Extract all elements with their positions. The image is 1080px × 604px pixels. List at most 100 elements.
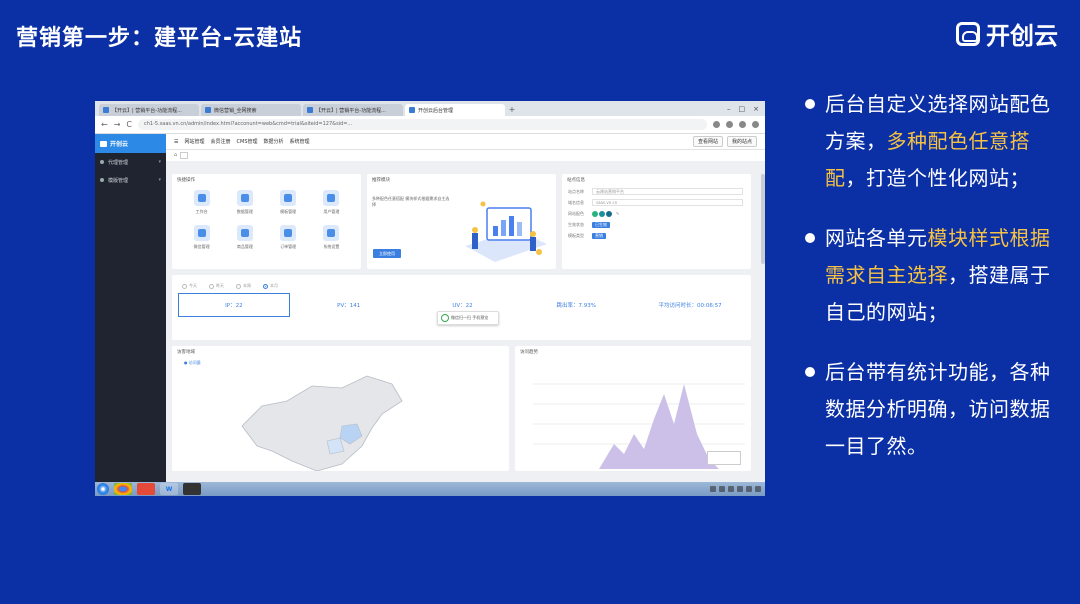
bullet-item: 网站各单元模块样式根据需求自主选择，搭建属于自己的网站； bbox=[805, 220, 1070, 331]
promo-text: 多种配色任意搭配 模块样式根据需求自主选择 bbox=[372, 196, 450, 207]
zoom-icon[interactable] bbox=[713, 121, 720, 128]
domain-field[interactable]: saas.vn.cn bbox=[592, 199, 743, 206]
tray-icon[interactable] bbox=[746, 486, 752, 492]
bookmark-star-icon[interactable] bbox=[726, 121, 733, 128]
map-legend: ● 访问量 bbox=[184, 360, 201, 365]
metric-pv[interactable]: PV：141 bbox=[294, 293, 404, 317]
scrollbar[interactable] bbox=[761, 174, 765, 264]
trend-tooltip bbox=[707, 451, 741, 465]
promo-card: 推荐模块 多种配色任意搭配 模块样式根据需求自主选择 立即使用 bbox=[367, 174, 556, 269]
metric-ip[interactable]: IP：22 bbox=[178, 293, 290, 317]
chevron-down-icon: ▾ bbox=[158, 177, 161, 183]
status-badge: 已生效 bbox=[592, 221, 610, 228]
topnav-item[interactable]: 数据分析 bbox=[264, 138, 284, 145]
metric-bounce[interactable]: 跳出率：7.93% bbox=[521, 293, 631, 317]
topnav-item[interactable]: CMS管理 bbox=[237, 138, 258, 145]
view-site-button[interactable]: 查看网站 bbox=[692, 136, 723, 147]
range-radio[interactable]: 今天 bbox=[182, 283, 197, 289]
color-swatch[interactable] bbox=[592, 210, 598, 217]
bullet-dot-icon bbox=[805, 367, 815, 377]
close-icon[interactable]: × bbox=[753, 105, 759, 113]
wps-icon[interactable]: W bbox=[160, 483, 178, 495]
color-swatch[interactable] bbox=[599, 210, 605, 217]
favicon-icon bbox=[307, 107, 313, 113]
metric-duration[interactable]: 平均访问时长：00:06:57 bbox=[635, 293, 745, 317]
radio-icon bbox=[209, 283, 214, 289]
admin-app: 开创云 代理管理 ▾ 模版管理 ▾ ☰ 网站管理 会员注册 CMS管理 数据分析 系… bbox=[95, 134, 765, 482]
quick-item[interactable]: 数据管理 bbox=[223, 190, 266, 215]
bullet-item: 后台带有统计功能，各种数据分析明确，访问数据一目了然。 bbox=[805, 354, 1070, 465]
quick-item[interactable]: 工作台 bbox=[180, 190, 223, 215]
tray-icon[interactable] bbox=[755, 486, 761, 492]
tray-icon[interactable] bbox=[728, 486, 734, 492]
card-title: 站点信息 bbox=[567, 178, 585, 183]
cloud-logo-icon bbox=[956, 21, 980, 46]
bullet-text: 网站各单元模块样式根据需求自主选择，搭建属于自己的网站； bbox=[825, 226, 1051, 324]
chrome-icon[interactable] bbox=[114, 483, 132, 495]
menu-icon[interactable] bbox=[752, 121, 759, 128]
tray-icon[interactable] bbox=[737, 486, 743, 492]
settings-icon bbox=[323, 225, 340, 241]
back-button[interactable]: ← bbox=[101, 120, 108, 129]
range-radio[interactable]: 昨天 bbox=[209, 283, 224, 289]
range-radio[interactable]: 本周 bbox=[236, 283, 251, 289]
bullet-text: 后台自定义选择网站配色方案，多种配色任意搭配，打造个性化网站； bbox=[825, 92, 1051, 190]
tray-icon[interactable] bbox=[710, 486, 716, 492]
menu-toggle-icon[interactable]: ☰ bbox=[174, 139, 178, 145]
home-icon[interactable]: ⌂ bbox=[174, 150, 177, 161]
page-tab[interactable] bbox=[180, 152, 189, 159]
browser-tab[interactable]: 【开云】| 营销平台-功能流程... bbox=[303, 104, 403, 116]
sidebar-logo[interactable]: 开创云 bbox=[95, 134, 166, 153]
reload-button[interactable]: C bbox=[126, 120, 132, 129]
terminal-icon[interactable] bbox=[183, 483, 201, 495]
url-input[interactable]: ch1-5.saas.vn.cn/admin/index.html?acconu… bbox=[138, 119, 707, 130]
quick-item[interactable]: 用户管理 bbox=[310, 190, 353, 215]
screenshot: 【开云】| 营销平台-功能流程... 微信营销_全网搜索 【开云】| 营销平台-… bbox=[95, 101, 765, 496]
quick-item[interactable]: 微信管理 bbox=[180, 225, 223, 250]
site-name-field[interactable]: 云建站营销平台 bbox=[592, 188, 743, 195]
slide-title: 营销第一步：建平台-云建站 bbox=[16, 26, 303, 51]
browser-tab-active[interactable]: 开创云后台管理 bbox=[405, 104, 505, 116]
wechat-preview-tooltip: 微信扫一扫 手机预览 bbox=[437, 311, 499, 325]
profile-icon[interactable] bbox=[739, 121, 746, 128]
browser-tab[interactable]: 微信营销_全网搜索 bbox=[201, 104, 301, 116]
minimize-icon[interactable]: – bbox=[727, 105, 731, 113]
topnav-item[interactable]: 系统管理 bbox=[290, 138, 310, 145]
sidebar-item-template[interactable]: 模版管理 ▾ bbox=[95, 171, 166, 189]
range-radio-selected[interactable]: 本月 bbox=[263, 283, 278, 289]
bullet-text: 后台带有统计功能，各种数据分析明确，访问数据一目了然。 bbox=[825, 360, 1051, 458]
address-bar: ← → C ch1-5.saas.vn.cn/admin/index.html?… bbox=[95, 116, 765, 134]
site-row: 模板类型 营销 bbox=[562, 230, 751, 241]
bullet-dot-icon bbox=[805, 99, 815, 109]
system-tray bbox=[710, 486, 765, 492]
template-icon bbox=[280, 190, 297, 206]
topnav-item[interactable]: 会员注册 bbox=[211, 138, 231, 145]
quick-item[interactable]: 商品管理 bbox=[223, 225, 266, 250]
stats-card: 今天 昨天 本周 本月 IP：22 PV：141 UV：22 跳出率：7.93%… bbox=[172, 275, 751, 340]
site-row: 站点名称 云建站营销平台 bbox=[562, 186, 751, 197]
new-tab-button[interactable]: + bbox=[507, 104, 517, 116]
browser-icon[interactable] bbox=[137, 483, 155, 495]
forward-button[interactable]: → bbox=[114, 120, 121, 129]
brand: 开创云 bbox=[956, 16, 1058, 51]
edit-icon[interactable]: ✎ bbox=[616, 211, 619, 217]
sidebar-item-agent[interactable]: 代理管理 ▾ bbox=[95, 153, 166, 171]
database-icon bbox=[236, 190, 253, 206]
site-info-card: 站点信息 站点名称 云建站营销平台 域名信息 saas.vn.cn 网站配色 ✎ 生… bbox=[562, 174, 751, 269]
site-row: 生效状态 已生效 bbox=[562, 219, 751, 230]
my-site-button[interactable]: 我的站点 bbox=[726, 136, 757, 147]
start-button[interactable] bbox=[97, 483, 109, 495]
card-title: 访问趋势 bbox=[520, 350, 538, 355]
maximize-icon[interactable]: □ bbox=[739, 105, 746, 113]
quick-actions-card: 快捷操作 工作台 数据管理 模板管理 用户管理 微信管理 商品管理 订单管理 系… bbox=[172, 174, 361, 269]
quick-item[interactable]: 订单管理 bbox=[267, 225, 310, 250]
color-swatch[interactable] bbox=[606, 210, 612, 217]
topnav-item[interactable]: 网站管理 bbox=[184, 138, 204, 145]
browser-tab[interactable]: 【开云】| 营销平台-功能流程... bbox=[99, 104, 199, 116]
wechat-icon bbox=[441, 314, 449, 322]
quick-item[interactable]: 系统设置 bbox=[310, 225, 353, 250]
color-swatches[interactable]: ✎ bbox=[592, 210, 619, 217]
tray-icon[interactable] bbox=[719, 486, 725, 492]
promo-button[interactable]: 立即使用 bbox=[373, 249, 401, 258]
quick-item[interactable]: 模板管理 bbox=[267, 190, 310, 215]
